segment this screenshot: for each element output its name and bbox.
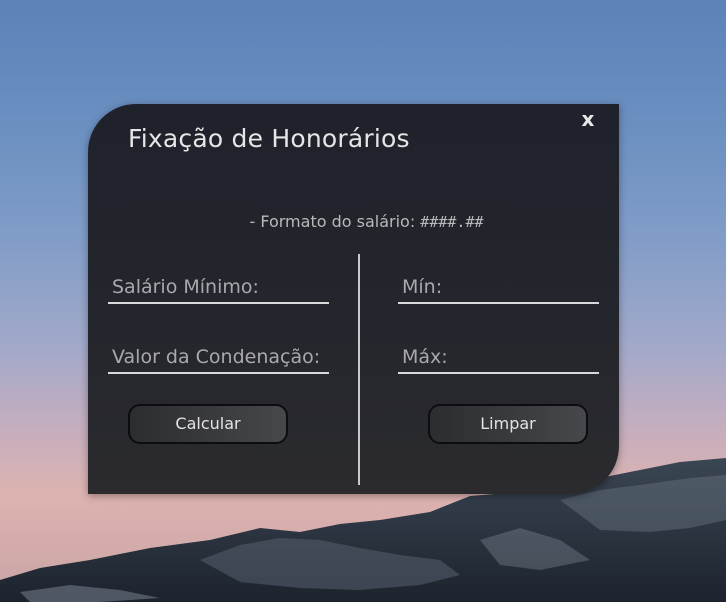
calcular-button[interactable]: Calcular <box>128 404 288 444</box>
min-input[interactable] <box>398 268 599 302</box>
honorarios-dialog: Fixação de Honorários x - Formato do sal… <box>88 104 619 494</box>
max-field <box>398 338 599 374</box>
close-icon[interactable]: x <box>578 108 598 130</box>
valor-condenacao-input[interactable] <box>108 338 329 372</box>
hint-format: ####.## <box>420 213 484 231</box>
hint-prefix: - Formato do salário: <box>249 212 421 231</box>
max-input[interactable] <box>398 338 599 372</box>
salary-format-hint: - Formato do salário: ####.## <box>88 212 645 231</box>
limpar-button[interactable]: Limpar <box>428 404 588 444</box>
min-field <box>398 268 599 304</box>
salario-minimo-input[interactable] <box>108 268 329 302</box>
desktop-background: Fixação de Honorários x - Formato do sal… <box>0 0 726 602</box>
column-divider <box>358 254 360 485</box>
salario-minimo-field <box>108 268 329 304</box>
dialog-title: Fixação de Honorários <box>128 124 410 153</box>
valor-condenacao-field <box>108 338 329 374</box>
